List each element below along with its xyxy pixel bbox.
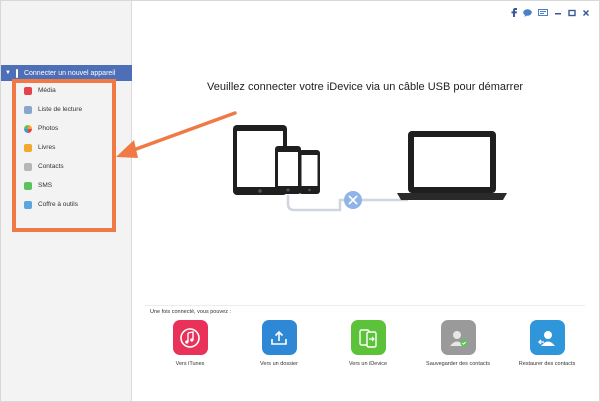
highlight-box [12,79,116,232]
usb-plug-icon [15,68,19,78]
minimize-icon[interactable] [554,9,562,20]
action-row: Vers iTunes Vers un dossier Vers un iDev… [150,320,590,390]
action-label: Vers iTunes [175,361,205,367]
folder-export-icon [261,320,297,355]
screen-icon[interactable] [538,8,548,20]
backup-contacts-icon [440,320,476,355]
itunes-icon [172,320,208,355]
chat-icon[interactable] [523,8,532,20]
window-controls [511,8,590,20]
once-connected-label: Une fois connecté, vous pouvez : [150,309,232,315]
connect-instruction: Veuillez connecter votre iDevice via un … [207,81,524,93]
to-folder-button[interactable]: Vers un dossier [239,320,319,368]
action-label: Sauvegarder des contacts [426,361,490,367]
close-icon[interactable] [582,9,590,20]
device-header-label: Connecter un nouvel appareil [23,69,116,77]
pointer-arrow [116,111,237,158]
restore-contacts-icon [529,320,565,355]
to-itunes-button[interactable]: Vers iTunes [150,320,230,368]
to-idevice-button[interactable]: Vers un iDevice [328,320,408,368]
caret-down-icon: ▼ [5,70,11,76]
action-label: Restaurer des contacts [518,361,576,367]
backup-contacts-button[interactable]: Sauvegarder des contacts [418,320,498,368]
devices-illustration [233,125,507,212]
action-label: Vers un dossier [260,361,298,367]
restore-contacts-button[interactable]: Restaurer des contacts [507,320,587,368]
action-label: Vers un iDevice [348,361,388,367]
facebook-icon[interactable] [511,8,517,20]
section-divider [145,305,585,306]
maximize-icon[interactable] [568,9,576,20]
device-transfer-icon [350,320,386,355]
